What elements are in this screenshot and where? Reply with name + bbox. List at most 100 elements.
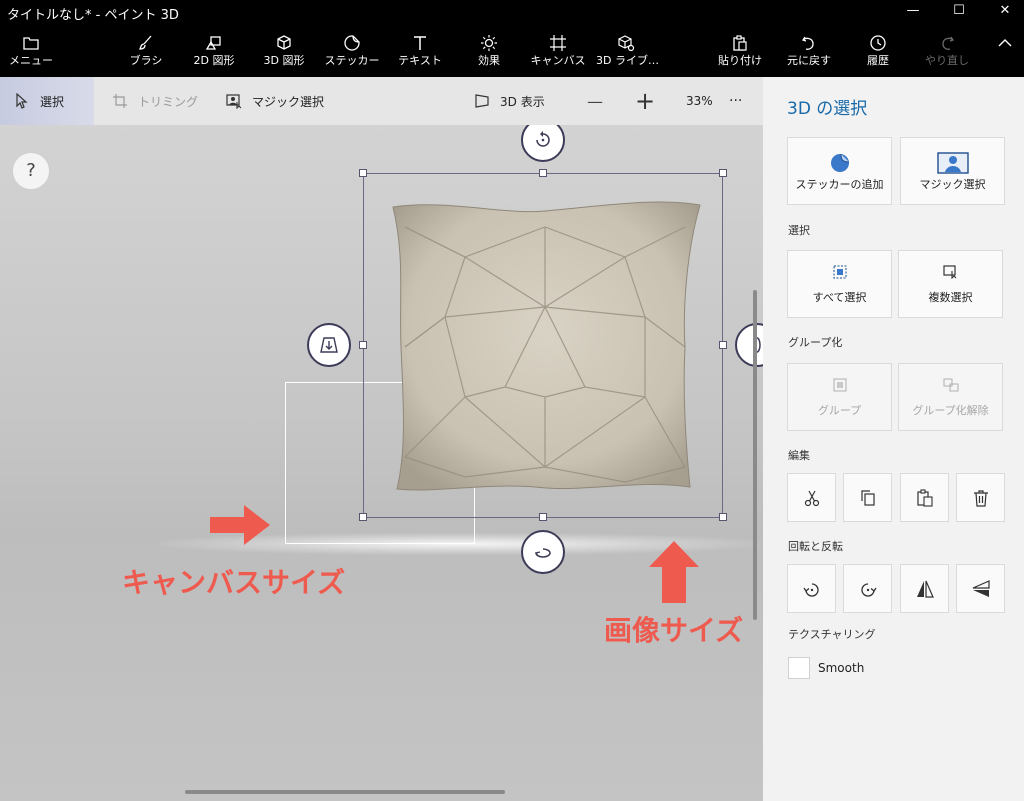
help-button[interactable]: ?	[12, 152, 50, 190]
resize-handle-top-left[interactable]	[359, 169, 367, 177]
depth-push-handle[interactable]	[307, 323, 351, 367]
canvas-size-annotation: キャンバスサイズ	[122, 566, 346, 599]
canvas-area[interactable]: ? キャンバスサイズ 画像サイズ	[0, 125, 763, 801]
zoom-out-button[interactable]: —	[587, 77, 607, 125]
folder-icon	[8, 24, 54, 50]
chevron-up-icon	[990, 24, 1020, 50]
window-title: タイトルなし* - ペイント 3D	[7, 8, 179, 23]
panel-title: 3D の選択	[787, 99, 868, 119]
brush-tool-button[interactable]: ブラシ	[122, 24, 170, 77]
horizontal-scrollbar[interactable]	[185, 790, 505, 794]
flip-vertical-button[interactable]	[956, 564, 1005, 613]
panel-magic-select-button[interactable]: マジック選択	[900, 137, 1005, 205]
resize-handle-left[interactable]	[359, 341, 367, 349]
section-group-heading: グループ化	[788, 336, 843, 349]
rotate-left-icon	[803, 583, 819, 597]
resize-handle-bottom[interactable]	[539, 513, 547, 521]
flip-horizontal-button[interactable]	[900, 564, 949, 613]
cursor-arrow-icon	[16, 93, 28, 109]
rotate-x-handle[interactable]	[521, 125, 565, 162]
resize-handle-right[interactable]	[719, 341, 727, 349]
view-3d-button[interactable]: 3D 表示	[474, 77, 564, 125]
trash-icon	[974, 490, 988, 507]
undo-icon	[784, 24, 834, 50]
title-bar: タイトルなし* - ペイント 3D — ☐ ✕	[0, 0, 1024, 24]
history-button[interactable]: 履歴	[856, 24, 900, 77]
delete-button[interactable]	[956, 473, 1005, 522]
undo-button[interactable]: 元に戻す	[784, 24, 834, 77]
clipboard-icon	[716, 24, 764, 51]
scissors-icon	[804, 490, 820, 507]
panel-paste-button[interactable]	[900, 473, 949, 522]
resize-handle-top-right[interactable]	[719, 169, 727, 177]
close-button[interactable]: ✕	[982, 0, 1024, 24]
select-all-icon	[788, 265, 891, 287]
select-tool-button[interactable]: 選択	[0, 77, 94, 125]
zoom-level[interactable]: 33%	[686, 77, 718, 125]
rotate-left-button[interactable]	[787, 564, 836, 613]
sticker-icon	[324, 24, 380, 51]
rotate-horizontal-icon	[534, 548, 551, 558]
library-3d-icon	[596, 24, 656, 52]
paste-icon	[917, 489, 933, 507]
brush-icon	[122, 24, 170, 50]
paste-button[interactable]: 貼り付け	[716, 24, 764, 77]
group-icon	[788, 378, 891, 400]
group-button[interactable]: グループ	[787, 363, 892, 431]
ungroup-icon	[899, 378, 1002, 400]
library-3d-button[interactable]: 3D ライブ…	[596, 24, 659, 77]
rotate-right-button[interactable]	[843, 564, 892, 613]
ungroup-button[interactable]: グループ化解除	[898, 363, 1003, 431]
shapes-2d-icon	[188, 24, 240, 50]
crop-icon	[113, 94, 127, 108]
vertical-scrollbar[interactable]	[753, 290, 757, 620]
section-edit-heading: 編集	[788, 449, 810, 462]
smooth-checkbox-label: Smooth	[818, 661, 865, 675]
add-sticker-button[interactable]: ステッカーの追加	[787, 137, 892, 205]
stickers-button[interactable]: ステッカー	[324, 24, 380, 77]
sub-toolbar: 選択 トリミング マジック選択 3D 表示 — + 33% ···	[0, 77, 763, 125]
image-size-arrow-icon	[649, 541, 699, 603]
collapse-ribbon-button[interactable]	[990, 24, 1020, 77]
rotate-y-handle[interactable]	[735, 323, 763, 367]
cube-icon	[256, 24, 312, 50]
redo-button[interactable]: やり直し	[924, 24, 970, 77]
smooth-checkbox[interactable]	[788, 657, 810, 679]
maximize-button[interactable]: ☐	[936, 0, 982, 24]
text-icon	[396, 24, 444, 50]
copy-button[interactable]	[843, 473, 892, 522]
minimize-button[interactable]: —	[890, 0, 936, 24]
side-panel: 3D の選択 ステッカーの追加 マジック選択 選択 すべて選択 複数選択 グルー…	[763, 77, 1024, 801]
shapes-3d-button[interactable]: 3D 図形	[256, 24, 312, 77]
multi-select-button[interactable]: 複数選択	[898, 250, 1003, 318]
select-all-button[interactable]: すべて選択	[787, 250, 892, 318]
magic-select-button[interactable]: マジック選択	[226, 77, 336, 125]
more-options-button[interactable]: ···	[729, 77, 751, 125]
canvas-crop-icon	[530, 24, 586, 51]
rotate-icon	[536, 131, 550, 147]
cut-button[interactable]	[787, 473, 836, 522]
flip-vertical-icon	[972, 580, 990, 597]
zoom-in-button[interactable]: +	[635, 77, 657, 125]
multi-select-icon	[899, 265, 1002, 287]
section-texture-heading: テクスチャリング	[788, 628, 876, 641]
redo-icon	[924, 24, 970, 50]
push-depth-icon	[320, 337, 338, 353]
history-clock-icon	[856, 24, 900, 51]
effects-button[interactable]: 効果	[466, 24, 512, 77]
magic-select-icon	[226, 94, 242, 109]
resize-handle-bottom-left[interactable]	[359, 513, 367, 521]
copy-icon	[861, 490, 875, 506]
text-tool-button[interactable]: テキスト	[396, 24, 444, 77]
canvas-button[interactable]: キャンバス	[530, 24, 586, 77]
resize-handle-top[interactable]	[539, 169, 547, 177]
shapes-2d-button[interactable]: 2D 図形	[188, 24, 240, 77]
view-3d-icon	[475, 94, 489, 108]
sticker-add-icon	[788, 152, 891, 174]
rotate-right-icon	[861, 583, 877, 597]
section-rotate-heading: 回転と反転	[788, 540, 843, 553]
rotate-z-handle[interactable]	[521, 530, 565, 574]
menu-button[interactable]: メニュー	[8, 24, 54, 77]
resize-handle-bottom-right[interactable]	[719, 513, 727, 521]
crop-tool-button[interactable]: トリミング	[112, 77, 202, 125]
